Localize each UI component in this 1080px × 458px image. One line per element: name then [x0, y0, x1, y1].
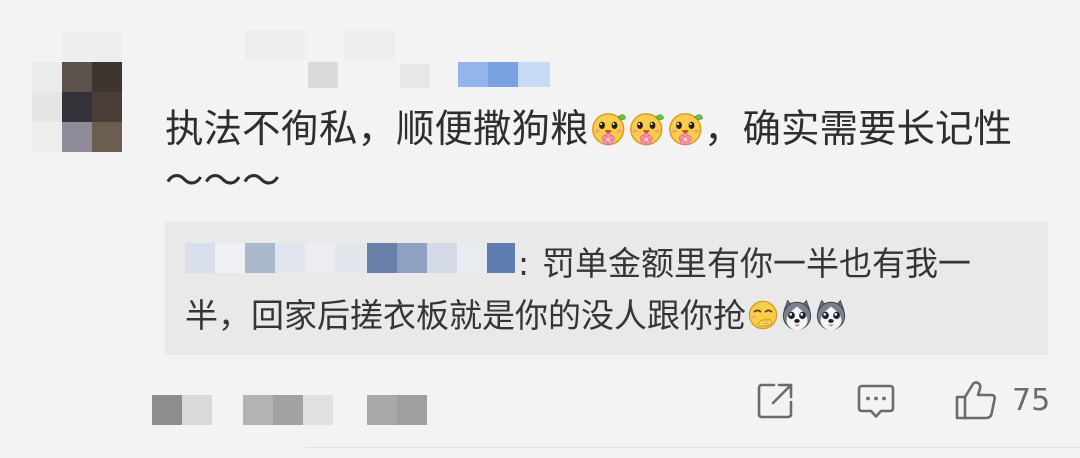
reply-emoji-group [746, 296, 848, 335]
mosaic-pixel [488, 62, 518, 87]
comment-line: 执法不徇私，顺便撒狗粮 ，确实需要长记性 [165, 104, 1012, 156]
comment-text-tail: ～～～ [165, 159, 281, 204]
comment-meta [150, 393, 440, 427]
mosaic-pixel [62, 92, 92, 122]
flower-face-emoji-icon [666, 109, 705, 148]
mosaic-pixel [92, 92, 122, 122]
reply-text-line: 罚单金额里有你一半也有我一 [542, 244, 971, 283]
mosaic-pixel [308, 62, 338, 88]
reply-text-part: 半，回家后搓衣板就是你的没人跟你抢 [185, 296, 746, 335]
mosaic-pixel [427, 243, 457, 273]
comment-text-part: ，确实需要长记性 [704, 107, 1013, 152]
mosaic-pixel [400, 64, 430, 88]
mosaic-pixel [397, 243, 427, 273]
husky-emoji-icon [780, 298, 814, 332]
mosaic-pixel [367, 243, 397, 273]
mosaic-pixel [305, 243, 335, 273]
like-count: 75 [1012, 383, 1051, 418]
mosaic-pixel [32, 122, 62, 152]
mosaic-pixel [62, 32, 92, 62]
thumbs-up-icon [955, 381, 996, 420]
comment-button[interactable] [855, 380, 897, 422]
divider [305, 447, 1080, 448]
husky-emoji-icon [814, 298, 848, 332]
comment-text-part: 执法不徇私，顺便撒狗粮 [165, 107, 589, 152]
avatar[interactable] [32, 32, 122, 152]
mosaic-pixel [92, 32, 122, 62]
mosaic-pixel [62, 122, 92, 152]
mosaic-pixel [185, 243, 215, 273]
mosaic-pixel [397, 395, 427, 425]
comment-emoji-group [589, 107, 705, 152]
mosaic-pixel [32, 62, 62, 92]
cover-mouth-emoji-icon [746, 298, 780, 332]
like-button[interactable] [953, 378, 997, 422]
mosaic-pixel [303, 395, 333, 425]
mosaic-pixel [92, 122, 122, 152]
mosaic-pixel [518, 62, 550, 87]
mosaic-pixel [335, 243, 365, 273]
mosaic-pixel [152, 395, 182, 425]
mosaic-pixel [457, 243, 487, 273]
mosaic-pixel [215, 243, 245, 273]
mosaic-pixel [275, 243, 305, 273]
comment-icon [857, 384, 895, 418]
reply-name-separator: : [518, 244, 530, 283]
mosaic-pixel [458, 62, 488, 87]
reply-text-line: 半，回家后搓衣板就是你的没人跟你抢 [185, 290, 848, 342]
mosaic-pixel [243, 395, 273, 425]
reply-box[interactable]: : 罚单金额里有你一半也有我一 半，回家后搓衣板就是你的没人跟你抢 [165, 222, 1048, 355]
mosaic-pixel [273, 395, 303, 425]
author-name[interactable] [240, 30, 555, 90]
mosaic-pixel [345, 30, 395, 60]
share-button[interactable] [754, 380, 796, 422]
comment-text: 执法不徇私，顺便撒狗粮 ，确实需要长记性 ～～～ [165, 104, 1012, 208]
mosaic-pixel [62, 62, 92, 92]
mosaic-pixel [245, 30, 305, 60]
share-icon [757, 383, 793, 419]
flower-face-emoji-icon [627, 109, 666, 148]
mosaic-pixel [32, 92, 62, 122]
mosaic-pixel [182, 395, 212, 425]
mosaic-pixel [245, 243, 275, 273]
mosaic-pixel [92, 62, 122, 92]
flower-face-emoji-icon [589, 109, 628, 148]
mosaic-pixel [367, 395, 397, 425]
reply-author-name[interactable] [185, 243, 517, 273]
mosaic-pixel [487, 243, 515, 273]
